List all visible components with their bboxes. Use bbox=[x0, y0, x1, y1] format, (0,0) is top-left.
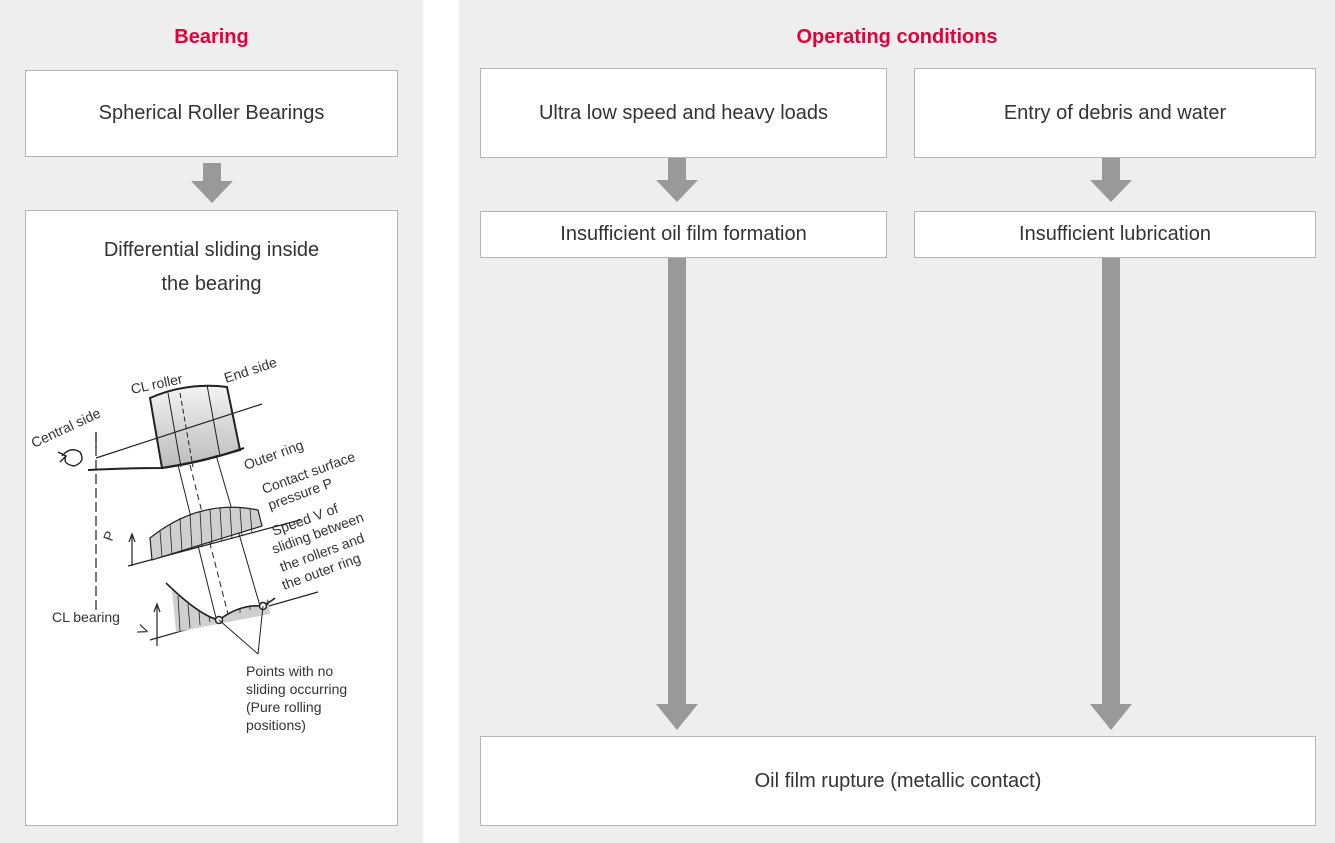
speed-distribution bbox=[172, 590, 270, 632]
down-arrow-icon bbox=[1090, 258, 1132, 730]
label-v: V bbox=[134, 622, 152, 637]
result-oil-film-rupture-label: Oil film rupture (metallic contact) bbox=[754, 769, 1042, 792]
effect-insufficient-oil-film-box: Insufficient oil film formation bbox=[480, 211, 887, 258]
label-points-line4: positions) bbox=[246, 717, 306, 733]
effect-insufficient-oil-film-label: Insufficient oil film formation bbox=[560, 223, 807, 245]
cause-debris-water-label: Entry of debris and water bbox=[1003, 101, 1227, 124]
label-p: P bbox=[100, 529, 118, 543]
label-points-line1: Points with no bbox=[246, 663, 333, 679]
label-end-side: End side bbox=[222, 354, 279, 386]
effect-insufficient-lubrication-label: Insufficient lubrication bbox=[1019, 223, 1211, 245]
label-outer-ring: Outer ring bbox=[242, 436, 306, 472]
effect-insufficient-lubrication-box: Insufficient lubrication bbox=[914, 211, 1316, 258]
pressure-distribution bbox=[149, 506, 263, 561]
operating-conditions-title: Operating conditions bbox=[796, 26, 998, 48]
label-points-line3: (Pure rolling bbox=[246, 699, 321, 715]
down-arrow-icon bbox=[1090, 158, 1132, 202]
bearing-sliding-illustration: Central side CL roller End side Outer ri… bbox=[29, 354, 367, 733]
label-central-side: Central side bbox=[29, 405, 104, 451]
down-arrow-icon bbox=[656, 258, 698, 730]
result-oil-film-rupture-box: Oil film rupture (metallic contact) bbox=[480, 736, 1316, 826]
bearing-panel: Bearing Spherical Roller Bearings Differ… bbox=[0, 0, 423, 843]
label-cl-bearing: CL bearing bbox=[52, 609, 120, 625]
cause-debris-water-box: Entry of debris and water bbox=[914, 68, 1316, 158]
roller-body bbox=[148, 384, 242, 470]
down-arrow-icon bbox=[656, 158, 698, 202]
operating-conditions-panel: Operating conditions Ultra low speed and… bbox=[459, 0, 1335, 843]
cause-ultra-low-speed-box: Ultra low speed and heavy loads bbox=[480, 68, 887, 158]
label-points-line2: sliding occurring bbox=[246, 681, 347, 697]
cause-ultra-low-speed-label: Ultra low speed and heavy loads bbox=[538, 101, 829, 124]
